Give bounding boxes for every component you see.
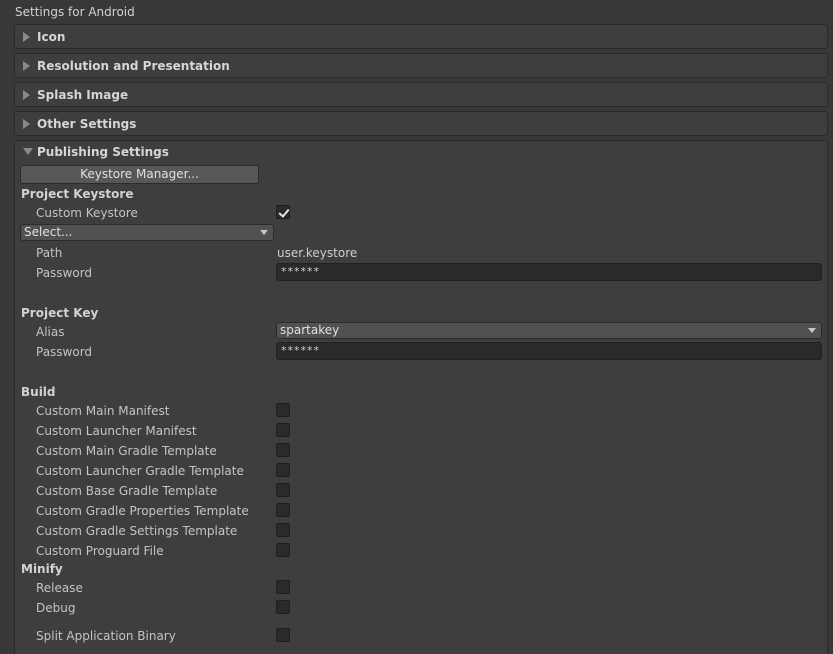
chevron-down-icon: [808, 328, 816, 333]
project-keystore-heading: Project Keystore: [21, 187, 134, 201]
custom-gradle-settings-template-checkbox[interactable]: [276, 523, 290, 537]
custom-proguard-file-label: Custom Proguard File: [36, 544, 164, 558]
key-password-field[interactable]: ******: [276, 342, 822, 360]
key-password-label: Password: [36, 345, 93, 359]
section-label: Splash Image: [37, 88, 129, 102]
alias-value: spartakey: [280, 323, 340, 337]
custom-launcher-gradle-template-checkbox[interactable]: [276, 463, 290, 477]
project-key-heading: Project Key: [21, 306, 99, 320]
custom-gradle-settings-template-label: Custom Gradle Settings Template: [36, 524, 238, 538]
keystore-password-field[interactable]: ******: [276, 263, 822, 281]
custom-keystore-label: Custom Keystore: [36, 206, 138, 220]
keystore-manager-button[interactable]: Keystore Manager...: [20, 165, 259, 184]
minify-debug-label: Debug: [36, 601, 76, 615]
build-heading: Build: [21, 385, 56, 399]
minify-release-checkbox[interactable]: [276, 580, 290, 594]
custom-main-manifest-checkbox[interactable]: [276, 403, 290, 417]
custom-keystore-checkbox[interactable]: [276, 205, 290, 219]
chevron-down-icon: [260, 230, 268, 235]
keystore-select-value: Select...: [24, 225, 73, 239]
section-publishing-settings[interactable]: Publishing Settings: [37, 145, 169, 159]
alias-label: Alias: [36, 325, 65, 339]
window-title: Settings for Android: [15, 5, 135, 19]
split-application-binary-label: Split Application Binary: [36, 629, 176, 643]
section-resolution-and-presentation[interactable]: Resolution and Presentation: [14, 53, 828, 78]
minify-debug-checkbox[interactable]: [276, 600, 290, 614]
collapse-arrow-icon[interactable]: [23, 148, 33, 155]
section-splash-image[interactable]: Splash Image: [14, 82, 828, 107]
section-label: Resolution and Presentation: [37, 59, 230, 73]
custom-gradle-properties-template-label: Custom Gradle Properties Template: [36, 504, 249, 518]
expand-arrow-icon: [23, 90, 30, 100]
expand-arrow-icon: [23, 61, 30, 71]
alias-dropdown[interactable]: spartakey: [276, 322, 822, 339]
custom-base-gradle-template-label: Custom Base Gradle Template: [36, 484, 218, 498]
keystore-select-dropdown[interactable]: Select...: [20, 224, 274, 241]
minify-release-label: Release: [36, 581, 83, 595]
split-application-binary-checkbox[interactable]: [276, 628, 290, 642]
custom-launcher-manifest-label: Custom Launcher Manifest: [36, 424, 197, 438]
section-label: Icon: [37, 30, 66, 44]
minify-heading: Minify: [21, 562, 63, 576]
section-icon[interactable]: Icon: [14, 24, 828, 49]
android-settings-inspector: Settings for Android Icon Resolution and…: [0, 0, 833, 654]
expand-arrow-icon: [23, 119, 30, 129]
custom-base-gradle-template-checkbox[interactable]: [276, 483, 290, 497]
keystore-password-label: Password: [36, 266, 93, 280]
custom-main-manifest-label: Custom Main Manifest: [36, 404, 170, 418]
custom-proguard-file-checkbox[interactable]: [276, 543, 290, 557]
keystore-path-value: user.keystore: [277, 246, 358, 260]
custom-launcher-manifest-checkbox[interactable]: [276, 423, 290, 437]
section-label: Other Settings: [37, 117, 137, 131]
expand-arrow-icon: [23, 32, 30, 42]
custom-main-gradle-template-label: Custom Main Gradle Template: [36, 444, 217, 458]
custom-gradle-properties-template-checkbox[interactable]: [276, 503, 290, 517]
custom-launcher-gradle-template-label: Custom Launcher Gradle Template: [36, 464, 244, 478]
keystore-path-label: Path: [36, 246, 63, 260]
custom-main-gradle-template-checkbox[interactable]: [276, 443, 290, 457]
section-other-settings[interactable]: Other Settings: [14, 111, 828, 136]
